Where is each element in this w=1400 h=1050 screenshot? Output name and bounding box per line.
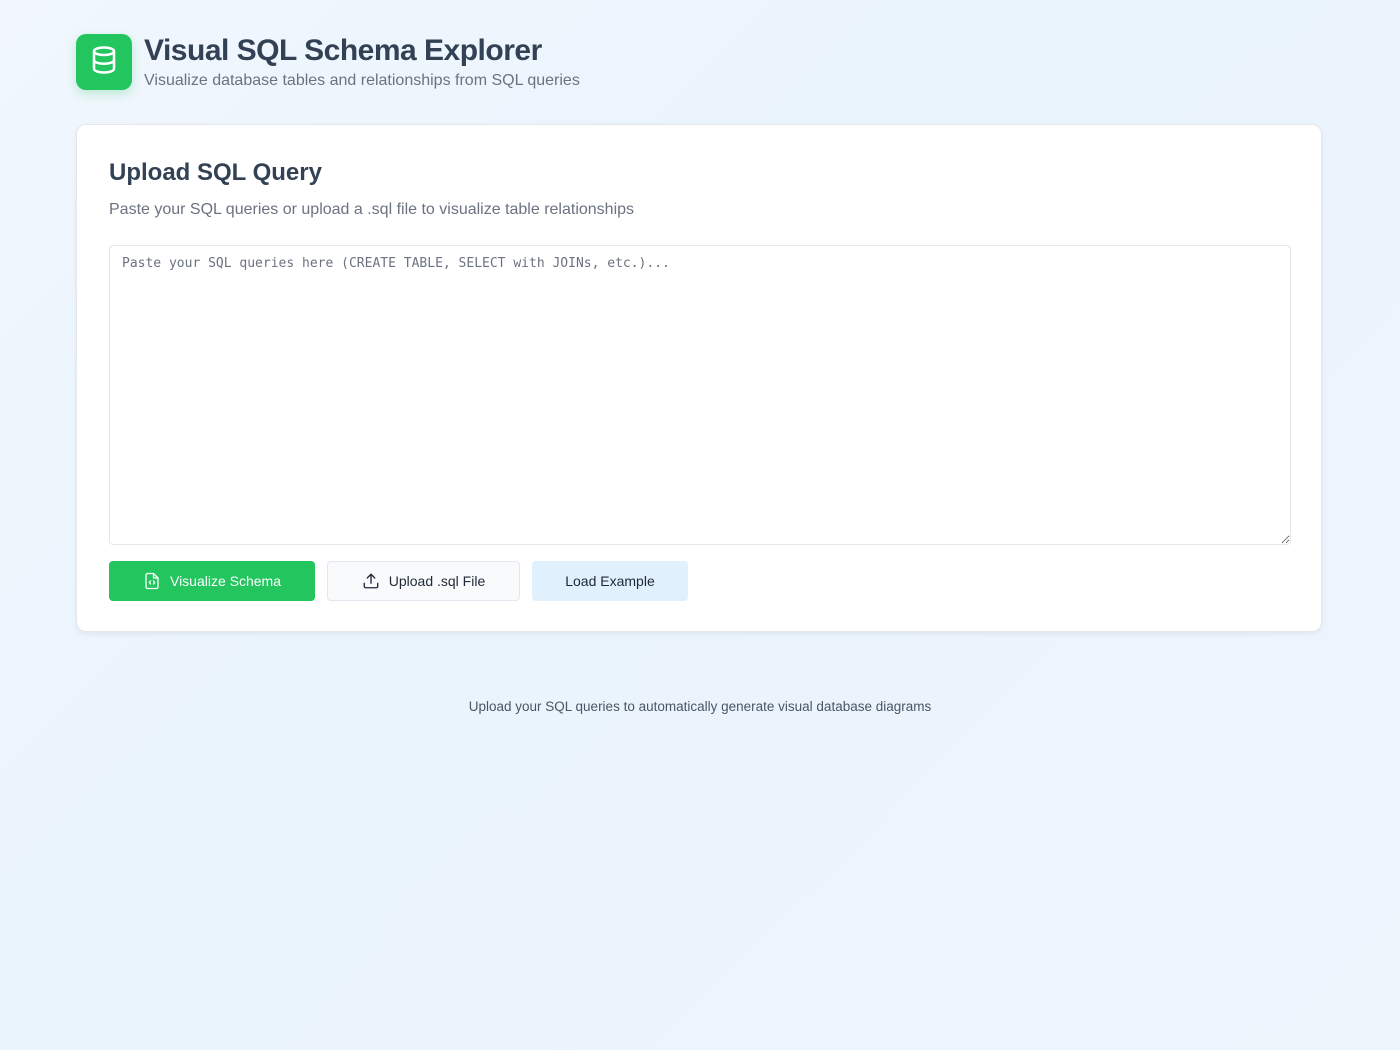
card-description: Paste your SQL queries or upload a .sql … xyxy=(109,201,635,218)
app-title: Visual SQL Schema Explorer xyxy=(144,34,542,67)
footer-note: Upload your SQL queries to automatically… xyxy=(468,699,932,714)
visualize-schema-button[interactable]: Visualize Schema xyxy=(109,561,315,601)
upload-icon xyxy=(362,572,380,590)
upload-sql-file-label: Upload .sql File xyxy=(388,573,486,589)
load-example-button[interactable]: Load Example xyxy=(532,561,688,601)
upload-sql-file-button[interactable]: Upload .sql File xyxy=(327,561,520,601)
file-code-icon xyxy=(143,572,161,590)
action-buttons: Visualize Schema Upload .sql File Load E… xyxy=(109,561,700,601)
visualize-schema-label: Visualize Schema xyxy=(169,573,282,589)
app-header: Visual SQL Schema Explorer Visualize dat… xyxy=(76,34,580,90)
load-example-label: Load Example xyxy=(565,573,655,589)
app-subtitle: Visualize database tables and relationsh… xyxy=(144,72,580,89)
upload-card: Upload SQL Query Paste your SQL queries … xyxy=(76,124,1322,632)
database-icon xyxy=(89,45,119,80)
sql-query-input[interactable] xyxy=(109,245,1291,545)
card-title: Upload SQL Query xyxy=(109,159,322,186)
app-logo xyxy=(76,34,132,90)
